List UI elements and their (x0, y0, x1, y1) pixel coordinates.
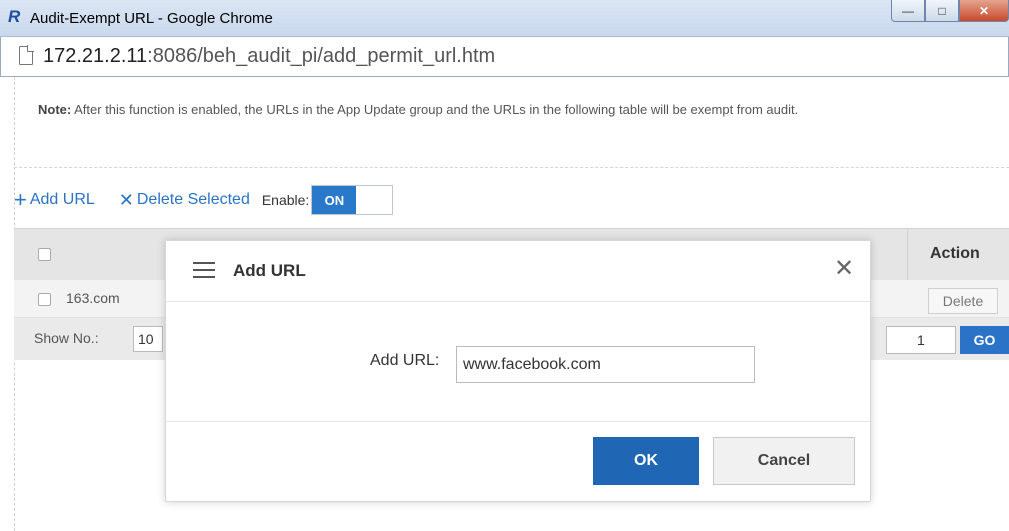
close-window-button[interactable]: ✕ (959, 0, 1009, 22)
url-host: 172.21.2.11 (43, 45, 148, 67)
column-header-action: Action (930, 245, 980, 262)
select-all-checkbox[interactable] (38, 248, 51, 261)
enable-toggle[interactable]: ON (311, 185, 394, 215)
note-body: After this function is enabled, the URLs… (74, 102, 799, 117)
header-divider (907, 229, 908, 281)
window-controls: — □ ✕ (891, 0, 1009, 24)
add-url-dialog: Add URL ✕ Add URL: OK Cancel (165, 240, 871, 502)
go-button[interactable]: GO (960, 326, 1009, 354)
row-checkbox[interactable] (38, 293, 51, 306)
toolbar: + Add URL ✕ Delete Selected Enable: ON (14, 185, 394, 215)
dialog-close-icon[interactable]: ✕ (834, 257, 854, 281)
add-url-input[interactable] (456, 346, 755, 383)
title-bar: R Audit-Exempt URL - Google Chrome — □ ✕ (0, 0, 1009, 37)
ok-button[interactable]: OK (593, 437, 699, 485)
note-label: Note: (38, 102, 72, 117)
delete-selected-button[interactable]: ✕ Delete Selected (119, 190, 250, 210)
add-url-field-label: Add URL: (370, 352, 440, 369)
delete-selected-label: Delete Selected (136, 191, 250, 208)
page-size-select[interactable]: 10 (133, 326, 163, 352)
dialog-title: Add URL (233, 261, 306, 280)
enable-label: Enable: (261, 192, 310, 208)
show-no-label: Show No.: (34, 330, 99, 346)
minimize-button[interactable]: — (891, 0, 925, 22)
app-logo-icon: R (8, 7, 21, 26)
dialog-body: Add URL: (166, 303, 870, 421)
plus-icon: + (14, 187, 27, 212)
row-url: 163.com (66, 290, 120, 306)
add-url-button[interactable]: + Add URL (14, 187, 95, 212)
row-delete-button[interactable]: Delete (928, 288, 998, 314)
dialog-header: Add URL ✕ (166, 241, 870, 302)
add-url-label: Add URL (29, 191, 95, 208)
note-text: Note: After this function is enabled, th… (38, 97, 998, 123)
window-title: Audit-Exempt URL - Google Chrome (30, 10, 273, 27)
dialog-footer: OK Cancel (166, 421, 870, 501)
maximize-button[interactable]: □ (925, 0, 959, 22)
cancel-button[interactable]: Cancel (713, 437, 855, 485)
page-icon (19, 45, 34, 65)
address-bar[interactable]: 172.21.2.11:8086/beh_audit_pi/add_permit… (0, 37, 1009, 77)
close-icon: ✕ (118, 190, 134, 210)
page-number-input[interactable]: 1 (886, 326, 956, 354)
toggle-on-state: ON (312, 186, 357, 214)
url-text[interactable]: 172.21.2.11:8086/beh_audit_pi/add_permit… (43, 45, 495, 68)
note-separator (14, 167, 1009, 168)
url-path: :8086/beh_audit_pi/add_permit_url.htm (147, 45, 496, 67)
menu-icon (193, 262, 215, 278)
